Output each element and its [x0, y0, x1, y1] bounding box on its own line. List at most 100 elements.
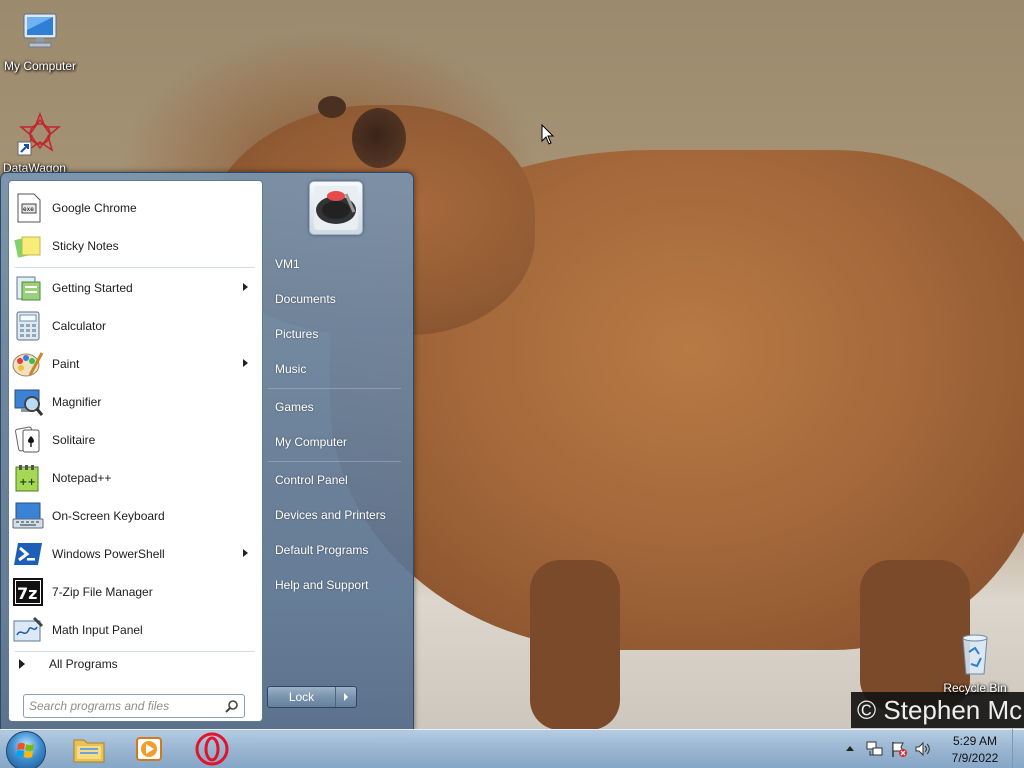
program-label: Windows PowerShell	[52, 547, 165, 561]
magnifier-icon	[12, 386, 44, 418]
power-options-button[interactable]	[336, 687, 356, 707]
lock-button-group: Lock	[267, 686, 357, 708]
wallpaper-animal-ear	[318, 96, 346, 118]
program-label: Magnifier	[52, 395, 102, 409]
program-item-magnifier[interactable]: Magnifier	[12, 384, 258, 420]
program-item-windows-powershell[interactable]: Windows PowerShell	[12, 536, 258, 572]
all-programs-label: All Programs	[49, 657, 118, 671]
program-label: Solitaire	[52, 433, 96, 447]
computer-icon	[23, 13, 57, 48]
all-programs-button[interactable]: All Programs	[19, 653, 118, 675]
start-link-my-computer[interactable]: My Computer	[275, 435, 347, 449]
program-label: Getting Started	[52, 281, 133, 295]
program-label: Notepad++	[52, 471, 112, 485]
submenu-arrow-icon	[243, 283, 248, 291]
clock-date: 7/9/2022	[951, 751, 999, 765]
program-item-math-input-panel[interactable]: Math Input Panel	[12, 612, 258, 648]
keyboard-icon	[12, 500, 44, 532]
svg-text:++: ++	[19, 477, 36, 488]
program-item-google-chrome[interactable]: exe Google Chrome	[12, 190, 258, 226]
start-button[interactable]	[6, 731, 46, 768]
desktop-icon-label: Recycle Bin	[943, 681, 1007, 695]
start-menu-programs-pane: exe Google Chrome Sticky Notes Getting S…	[8, 180, 263, 722]
program-label: Google Chrome	[52, 201, 137, 215]
program-label: Math Input Panel	[52, 623, 143, 637]
desktop-icon-label: My Computer	[3, 59, 77, 73]
start-menu: exe Google Chrome Sticky Notes Getting S…	[0, 172, 414, 731]
opera-icon	[195, 732, 229, 766]
desktop-icon-recycle-bin[interactable]: Recycle Bin	[935, 630, 1015, 695]
search-placeholder: Search programs and files	[29, 699, 170, 713]
taskbar-media-player[interactable]	[127, 732, 171, 766]
program-label: Calculator	[52, 319, 107, 333]
windows-logo-icon	[16, 742, 34, 758]
search-input[interactable]: Search programs and files	[23, 694, 245, 718]
action-center-flag-icon[interactable]	[890, 740, 908, 758]
desktop-icon-datawagon[interactable]: DataWagon	[0, 110, 80, 175]
wallpaper-watermark: © Stephen Mc	[851, 692, 1024, 728]
taskbar	[0, 729, 1024, 768]
expand-arrow-icon	[19, 659, 25, 669]
start-link-control-panel[interactable]: Control Panel	[275, 473, 348, 487]
sticky-notes-icon	[12, 230, 44, 262]
paint-icon	[12, 348, 44, 380]
program-item-getting-started[interactable]: Getting Started	[12, 270, 258, 306]
wallpaper-animal-ear	[352, 108, 406, 168]
mouse-cursor-icon	[541, 124, 555, 145]
network-icon[interactable]	[866, 740, 884, 758]
start-link-devices-and-printers[interactable]: Devices and Printers	[275, 508, 386, 522]
start-link-music[interactable]: Music	[275, 362, 306, 376]
show-desktop-button[interactable]	[1012, 729, 1024, 768]
datawagon-icon	[17, 111, 62, 156]
seven-zip-icon: 7z	[12, 576, 44, 608]
taskbar-file-explorer[interactable]	[67, 732, 111, 766]
recycle-bin-icon	[962, 634, 988, 675]
submenu-arrow-icon	[243, 359, 248, 367]
powershell-icon	[12, 538, 44, 570]
divider	[268, 461, 401, 462]
program-item-calculator[interactable]: Calculator	[12, 308, 258, 344]
calculator-icon	[12, 310, 44, 342]
math-input-icon	[12, 614, 44, 646]
program-label: Paint	[52, 357, 80, 371]
notepad-plus-icon: ++	[12, 462, 44, 494]
program-label: On-Screen Keyboard	[52, 509, 165, 523]
divider	[15, 267, 255, 268]
wallpaper-animal-leg	[530, 560, 620, 730]
divider	[268, 388, 401, 389]
svg-text:exe: exe	[23, 206, 34, 213]
divider	[15, 651, 255, 652]
turntable-icon	[314, 186, 358, 230]
program-item-notepad-plus-plus[interactable]: ++ Notepad++	[12, 460, 258, 496]
clock-time: 5:29 AM	[952, 734, 998, 748]
start-link-games[interactable]: Games	[275, 400, 314, 414]
program-item-7-zip[interactable]: 7z 7-Zip File Manager	[12, 574, 258, 610]
volume-icon[interactable]	[914, 740, 932, 758]
chrome-doc-icon: exe	[12, 192, 44, 224]
media-player-icon	[136, 737, 162, 761]
chevron-right-icon	[344, 693, 348, 701]
start-link-documents[interactable]: Documents	[275, 292, 336, 306]
desktop-icon-my-computer[interactable]: My Computer	[0, 8, 80, 73]
svg-text:7z: 7z	[17, 584, 37, 603]
taskbar-opera[interactable]	[190, 732, 234, 766]
program-label: 7-Zip File Manager	[52, 585, 153, 599]
solitaire-icon	[12, 424, 44, 456]
submenu-arrow-icon	[243, 549, 248, 557]
search-icon[interactable]	[225, 699, 239, 713]
program-item-paint[interactable]: Paint	[12, 346, 258, 382]
lock-button[interactable]: Lock	[268, 687, 336, 707]
program-item-sticky-notes[interactable]: Sticky Notes	[12, 228, 258, 264]
program-item-on-screen-keyboard[interactable]: On-Screen Keyboard	[12, 498, 258, 534]
file-explorer-icon	[73, 739, 105, 763]
program-item-solitaire[interactable]: Solitaire	[12, 422, 258, 458]
getting-started-icon	[12, 272, 44, 304]
system-clock[interactable]: 5:29 AM 7/9/2022	[940, 733, 1010, 767]
start-link-default-programs[interactable]: Default Programs	[275, 543, 368, 557]
start-link-pictures[interactable]: Pictures	[275, 327, 318, 341]
program-label: Sticky Notes	[52, 239, 119, 253]
start-link-vm1[interactable]: VM1	[275, 257, 300, 271]
start-link-help-and-support[interactable]: Help and Support	[275, 578, 368, 592]
show-hidden-icons-icon[interactable]	[845, 744, 855, 752]
user-picture[interactable]	[309, 181, 363, 235]
